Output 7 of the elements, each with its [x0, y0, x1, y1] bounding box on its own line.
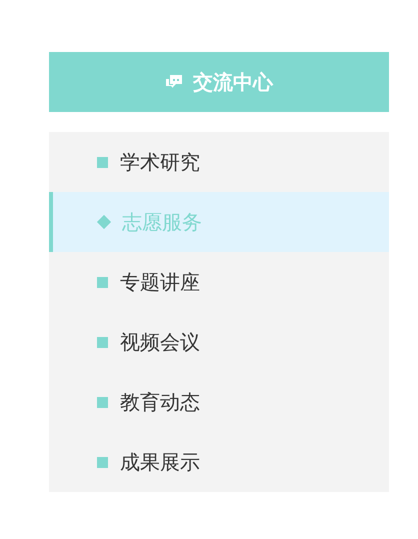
chat-icon [165, 74, 183, 90]
menu-item[interactable]: 视频会议 [49, 312, 389, 372]
menu-item[interactable]: 成果展示 [49, 432, 389, 492]
menu-item[interactable]: 学术研究 [49, 132, 389, 192]
menu-item[interactable]: 教育动态 [49, 372, 389, 432]
menu-item[interactable]: 专题讲座 [49, 252, 389, 312]
panel-title: 交流中心 [193, 68, 273, 96]
